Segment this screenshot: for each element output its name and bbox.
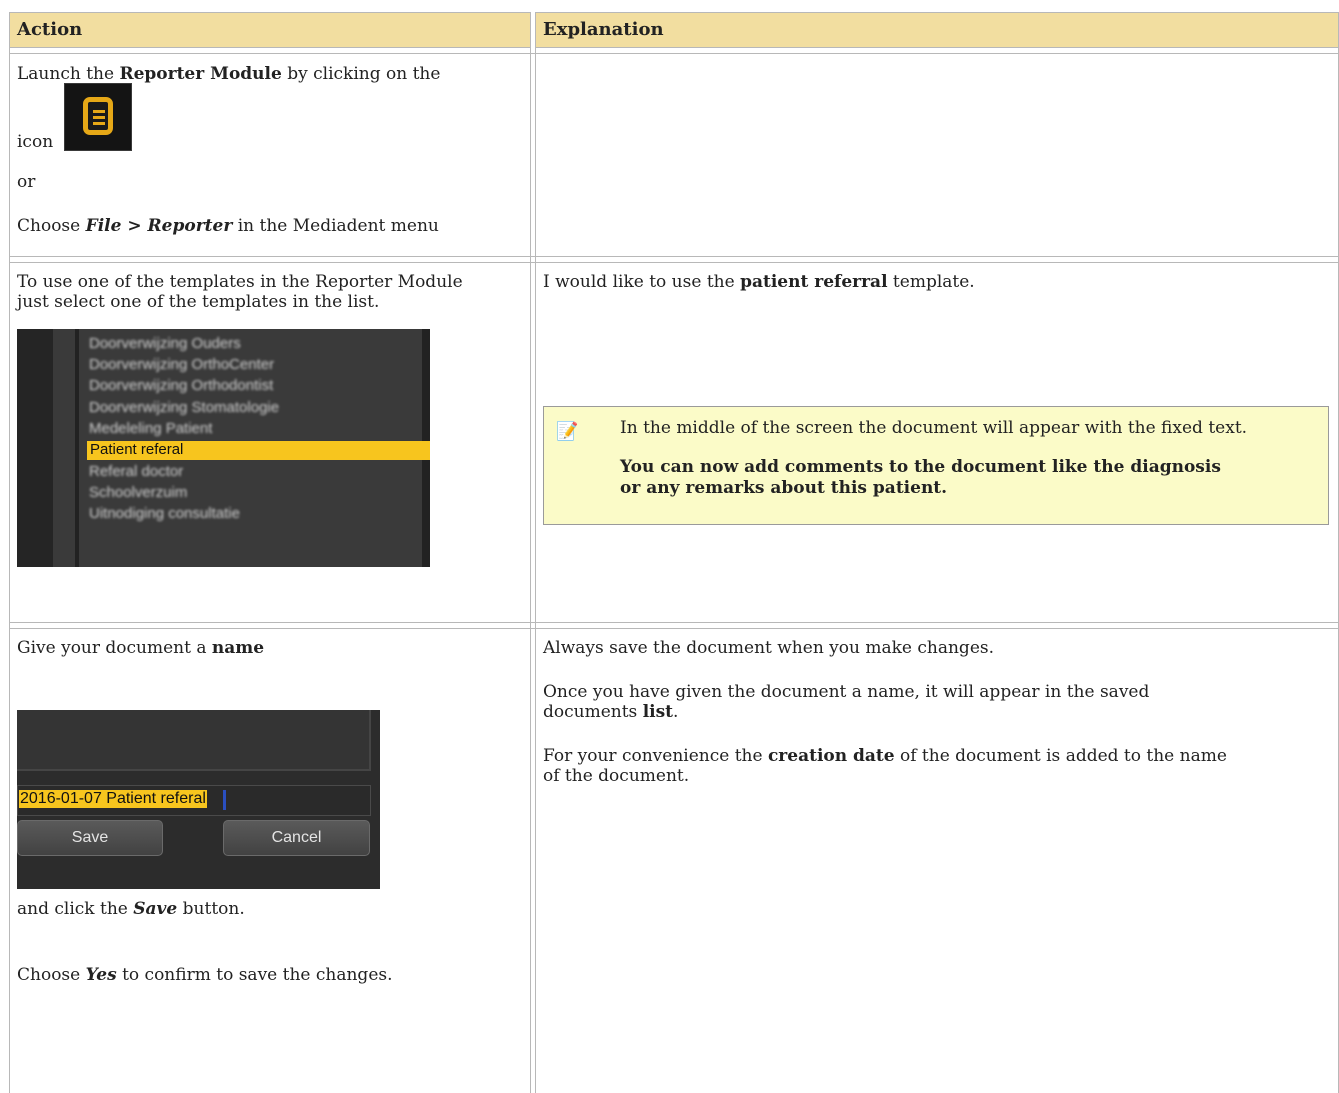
save-button[interactable]: Save xyxy=(17,820,163,856)
choose-menu-text: Choose File > Reporter in the Mediadent … xyxy=(17,216,439,236)
note-bold-line2: or any remarks about this patient. xyxy=(620,478,948,498)
grid-line xyxy=(9,12,10,1093)
note-box: 📝 In the middle of the screen the docume… xyxy=(543,406,1329,525)
template-list-item[interactable]: Medeleling Patient xyxy=(89,420,212,437)
note-bold-line1: You can now add comments to the document… xyxy=(620,457,1221,477)
document-icon xyxy=(83,97,113,135)
template-list-screenshot: Doorverwijzing Ouders Doorverwijzing Ort… xyxy=(17,329,430,567)
grid-line xyxy=(535,12,536,1093)
launch-text: Launch the Reporter Module by clicking o… xyxy=(17,64,441,84)
template-list-item[interactable]: Doorverwijzing OrthoCenter xyxy=(89,356,274,373)
document-name-field[interactable]: 2016-01-07 Patient referal xyxy=(17,785,371,816)
grid-line xyxy=(530,12,531,1093)
icon-label: icon xyxy=(17,132,54,152)
save-explanation-line2: Once you have given the document a name,… xyxy=(543,682,1150,702)
or-text: or xyxy=(17,172,36,192)
save-explanation-line4: For your convenience the creation date o… xyxy=(543,746,1227,766)
instruction-table: Action Explanation Launch the Reporter M… xyxy=(0,0,1339,1093)
template-list-item[interactable]: Doorverwijzing Orthodontist xyxy=(89,377,273,394)
template-list-item[interactable]: Doorverwijzing Ouders xyxy=(89,335,241,352)
template-list-item[interactable]: Uitnodiging consultatie xyxy=(89,505,240,522)
templates-text-line1: To use one of the templates in the Repor… xyxy=(17,272,463,292)
give-name-text: Give your document a name xyxy=(17,638,265,658)
row-divider xyxy=(9,622,1339,623)
save-explanation-line5: of the document. xyxy=(543,766,690,786)
confirm-text: Choose Yes to confirm to save the change… xyxy=(17,965,393,985)
template-explanation: I would like to use the patient referral… xyxy=(543,272,975,292)
row-divider xyxy=(9,256,1339,257)
row-divider xyxy=(9,628,1339,629)
templates-text-line2: just select one of the templates in the … xyxy=(17,292,380,312)
header-explanation-label: Explanation xyxy=(543,19,664,40)
click-save-text: and click the Save button. xyxy=(17,899,245,919)
header-cell-action: Action xyxy=(9,12,530,48)
cancel-button[interactable]: Cancel xyxy=(223,820,370,856)
save-explanation-line1: Always save the document when you make c… xyxy=(543,638,995,658)
template-list-item[interactable]: Referal doctor xyxy=(89,463,183,480)
row-divider xyxy=(9,262,1339,263)
save-dialog-screenshot: 2016-01-07 Patient referal Save Cancel xyxy=(17,710,380,889)
note-text: In the middle of the screen the document… xyxy=(620,418,1248,438)
template-list-item-selected[interactable]: Patient referal xyxy=(87,441,430,460)
row-divider xyxy=(9,53,1339,54)
header-action-label: Action xyxy=(17,19,83,40)
note-icon: 📝 xyxy=(556,421,579,442)
reporter-module-icon[interactable] xyxy=(64,83,132,151)
header-cell-explanation: Explanation xyxy=(535,12,1339,48)
template-list-item[interactable]: Doorverwijzing Stomatologie xyxy=(89,399,279,416)
save-explanation-line3: documents list. xyxy=(543,702,679,722)
template-list-item[interactable]: Schoolverzuim xyxy=(89,484,187,501)
